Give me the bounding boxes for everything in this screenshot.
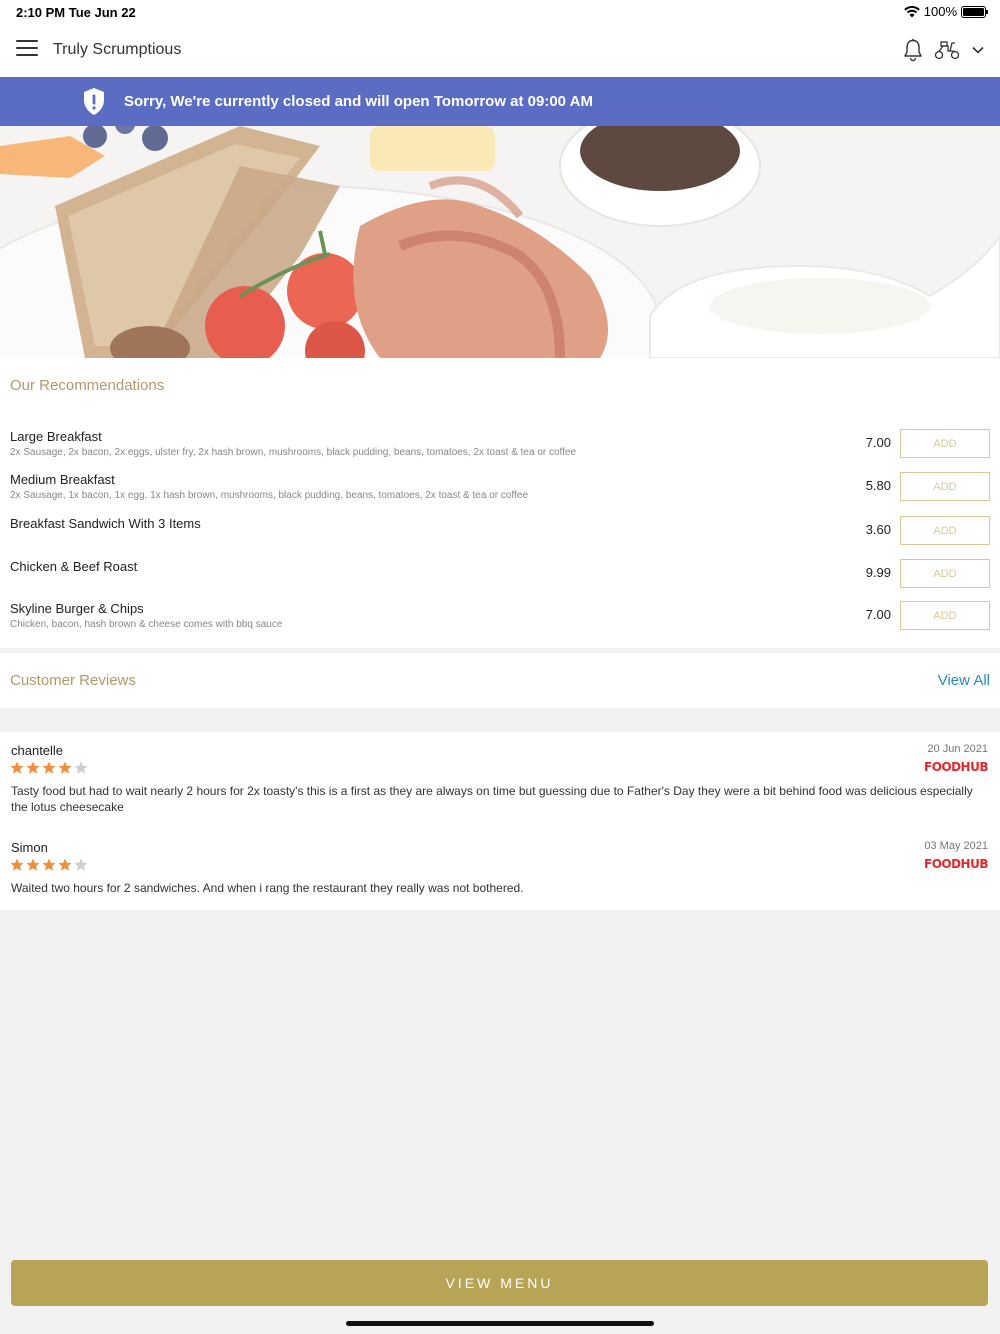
review-text: Tasty food but had to wait nearly 2 hour… xyxy=(11,784,973,814)
home-indicator[interactable] xyxy=(346,1321,654,1326)
review-date: 03 May 2021 xyxy=(924,840,988,852)
battery-icon xyxy=(961,5,988,18)
star-rating xyxy=(10,858,88,872)
star-filled-icon xyxy=(10,761,24,774)
menu-item: Large Breakfast 2x Sausage, 2x bacon, 2x… xyxy=(0,429,1000,469)
star-filled-icon xyxy=(42,858,56,871)
hero-image xyxy=(0,126,1000,358)
view-menu-button[interactable]: VIEW MENU xyxy=(11,1260,988,1306)
item-price: 7.00 xyxy=(865,435,891,450)
star-filled-icon xyxy=(42,761,56,774)
view-all-link[interactable]: View All xyxy=(938,672,990,689)
star-filled-icon xyxy=(58,761,72,774)
item-name: Breakfast Sandwich With 3 Items xyxy=(10,516,201,531)
item-description: 2x Sausage, 2x bacon, 2x eggs, ulster fr… xyxy=(10,447,577,458)
item-name: Large Breakfast xyxy=(10,429,102,444)
battery-percent: 100% xyxy=(923,4,957,19)
breakfast-illustration xyxy=(0,126,1000,358)
star-empty-icon xyxy=(74,761,88,774)
item-price: 9.99 xyxy=(865,565,891,580)
reviews-header: Customer Reviews View All xyxy=(0,653,1000,708)
wifi-icon xyxy=(903,5,920,17)
reviews-title: Customer Reviews xyxy=(10,672,136,689)
hamburger-menu-icon[interactable] xyxy=(16,40,38,60)
status-time: 2:10 PM Tue Jun 22 xyxy=(16,5,136,20)
star-empty-icon xyxy=(74,858,88,871)
foodhub-logo: FOODHUB xyxy=(924,857,989,871)
star-filled-icon xyxy=(58,858,72,871)
item-price: 7.00 xyxy=(865,607,891,622)
item-price: 3.60 xyxy=(865,522,891,537)
app-header: Truly Scrumptious xyxy=(0,24,1000,77)
item-price: 5.80 xyxy=(865,478,891,493)
add-button[interactable]: ADD xyxy=(900,559,990,588)
star-filled-icon xyxy=(26,761,40,774)
bell-icon[interactable] xyxy=(902,38,924,62)
star-rating xyxy=(10,761,88,775)
closed-banner: Sorry, We're currently closed and will o… xyxy=(0,77,1000,126)
review-date: 20 Jun 2021 xyxy=(927,743,988,755)
item-description: 2x Sausage, 1x bacon, 1x egg, 1x hash br… xyxy=(10,490,528,501)
star-filled-icon xyxy=(26,858,40,871)
reviews-list: chantelle 20 Jun 2021 FOODHUB Tasty food… xyxy=(0,732,1000,910)
delivery-scooter-icon[interactable] xyxy=(934,40,960,60)
menu-item: Breakfast Sandwich With 3 Items 3.60 ADD xyxy=(0,516,1000,556)
closed-message: Sorry, We're currently closed and will o… xyxy=(124,93,593,110)
item-name: Chicken & Beef Roast xyxy=(10,559,138,574)
menu-item: Skyline Burger & Chips Chicken, bacon, h… xyxy=(0,601,1000,641)
item-name: Skyline Burger & Chips xyxy=(10,601,144,616)
star-filled-icon xyxy=(10,858,24,871)
status-indicators: 100% xyxy=(903,4,988,19)
recommendations-title: Our Recommendations xyxy=(10,377,165,394)
review-text: Waited two hours for 2 sandwiches. And w… xyxy=(11,881,524,895)
restaurant-title: Truly Scrumptious xyxy=(53,41,182,58)
add-button[interactable]: ADD xyxy=(900,429,990,458)
recommendations-section: Our Recommendations Large Breakfast 2x S… xyxy=(0,358,1000,648)
menu-item: Medium Breakfast 2x Sausage, 1x bacon, 1… xyxy=(0,472,1000,512)
add-button[interactable]: ADD xyxy=(900,516,990,545)
add-button[interactable]: ADD xyxy=(900,601,990,630)
shield-alert-icon xyxy=(84,88,104,115)
item-name: Medium Breakfast xyxy=(10,472,115,487)
chevron-down-icon[interactable] xyxy=(970,42,986,58)
status-bar: 2:10 PM Tue Jun 22 100% xyxy=(0,0,1000,24)
menu-item: Chicken & Beef Roast 9.99 ADD xyxy=(0,559,1000,599)
reviewer-name: Simon xyxy=(11,840,48,855)
foodhub-logo: FOODHUB xyxy=(924,760,989,774)
reviewer-name: chantelle xyxy=(11,743,64,758)
add-button[interactable]: ADD xyxy=(900,472,990,501)
item-description: Chicken, bacon, hash brown & cheese come… xyxy=(10,619,283,630)
